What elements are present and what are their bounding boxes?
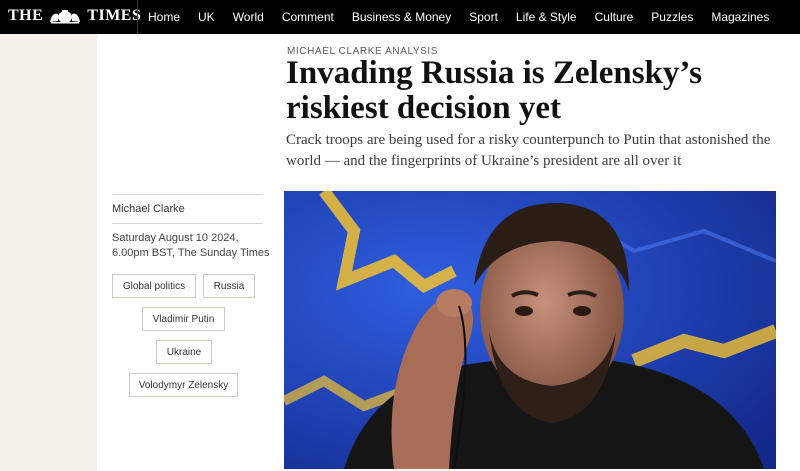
nav-item-home[interactable]: Home	[148, 10, 180, 24]
meta-divider-bottom	[112, 223, 263, 224]
nav-item-world[interactable]: World	[233, 10, 264, 24]
nav-item-comment[interactable]: Comment	[282, 10, 334, 24]
nav-item-magazines[interactable]: Magazines	[711, 10, 769, 24]
nav-item-business-money[interactable]: Business & Money	[352, 10, 451, 24]
tag-ukraine[interactable]: Ukraine	[156, 340, 212, 364]
tag-russia[interactable]: Russia	[203, 274, 255, 298]
royal-crest-icon	[50, 10, 81, 24]
tag-vladimir-putin[interactable]: Vladimir Putin	[142, 307, 225, 331]
hero-photo-illustration	[284, 191, 776, 469]
left-margin-strip	[0, 34, 97, 471]
nav-item-uk[interactable]: UK	[198, 10, 215, 24]
site-logo[interactable]: THE TIMES	[8, 5, 141, 27]
publish-time-source: 6.00pm BST, The Sunday Times	[112, 247, 270, 259]
meta-divider-top	[112, 194, 263, 195]
article-headline: Invading Russia is Zelensky’s riskiest d…	[286, 55, 702, 126]
nav-item-puzzles[interactable]: Puzzles	[651, 10, 693, 24]
author-name[interactable]: Michael Clarke	[112, 203, 185, 215]
main-nav: Home UK World Comment Business & Money S…	[148, 0, 787, 34]
publish-dateline: Saturday August 10 2024, 6.00pm BST, The…	[112, 231, 272, 261]
nav-item-life-style[interactable]: Life & Style	[516, 10, 577, 24]
article-standfirst: Crack troops are being used for a risky …	[286, 132, 771, 169]
publish-date: Saturday August 10 2024,	[112, 232, 239, 244]
logo-the: THE	[8, 7, 44, 24]
nav-item-culture[interactable]: Culture	[595, 10, 634, 24]
top-nav-bar: THE TIMES Home UK World Comment Business…	[0, 0, 800, 34]
tag-global-politics[interactable]: Global politics	[112, 274, 196, 298]
tag-volodymyr-zelensky[interactable]: Volodymyr Zelensky	[129, 373, 238, 397]
nav-divider	[137, 0, 138, 34]
nav-item-sport[interactable]: Sport	[469, 10, 498, 24]
hero-image	[284, 191, 776, 469]
logo-times: TIMES	[87, 7, 142, 24]
